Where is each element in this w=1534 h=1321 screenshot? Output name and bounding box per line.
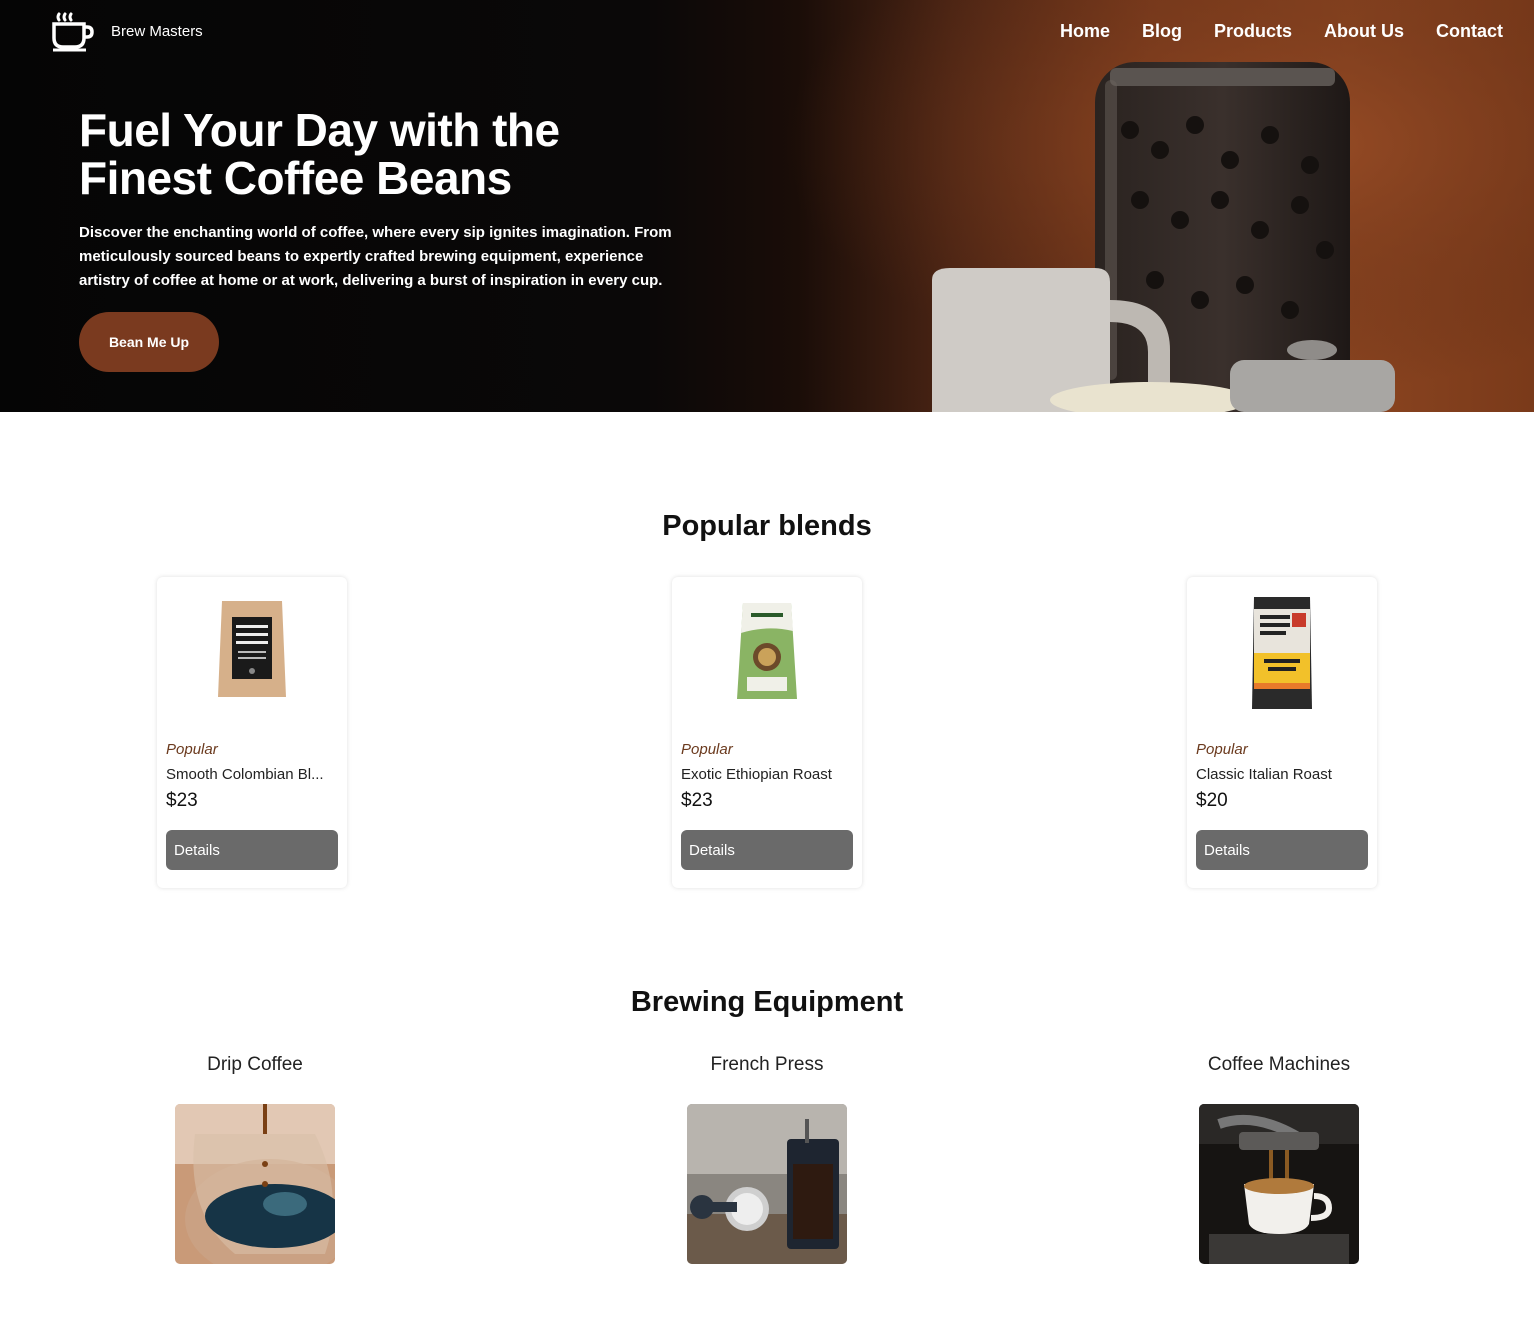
- product-price: $23: [681, 790, 713, 811]
- nav-blog-link[interactable]: Blog: [1142, 21, 1182, 42]
- brand-name[interactable]: Brew Masters: [111, 23, 203, 40]
- product-price: $20: [1196, 790, 1228, 811]
- popular-tag: Popular: [166, 741, 218, 758]
- details-button[interactable]: Details: [681, 830, 853, 870]
- product-name: Exotic Ethiopian Roast: [681, 766, 832, 783]
- product-card: Popular Classic Italian Roast $20 Detail…: [1187, 577, 1377, 888]
- equipment-label: French Press: [710, 1054, 824, 1075]
- product-name: Classic Italian Roast: [1196, 766, 1332, 783]
- coffee-cup-logo-icon[interactable]: [50, 10, 96, 52]
- nav-products-link[interactable]: Products: [1214, 21, 1292, 42]
- french-press-image[interactable]: [687, 1104, 847, 1264]
- top-navbar: Brew Masters Home Blog Products About Us…: [0, 0, 1534, 64]
- equipment-label: Drip Coffee: [207, 1054, 303, 1075]
- product-card: Popular Exotic Ethiopian Roast $23 Detai…: [672, 577, 862, 888]
- equipment-item[interactable]: Coffee Machines: [1159, 1054, 1399, 1264]
- details-button[interactable]: Details: [1196, 830, 1368, 870]
- nav-contact-link[interactable]: Contact: [1436, 21, 1503, 42]
- product-price: $23: [166, 790, 198, 811]
- bean-me-up-button[interactable]: Bean Me Up: [79, 312, 219, 372]
- hero-title-line-2: Finest Coffee Beans: [79, 152, 512, 204]
- lavazza-organic-bag-image: [737, 603, 797, 699]
- san-francisco-bay-bag-image: [1252, 597, 1312, 709]
- nav-home-link[interactable]: Home: [1060, 21, 1110, 42]
- main-nav: Home Blog Products About Us Contact: [1060, 21, 1503, 42]
- hero-description: Discover the enchanting world of coffee,…: [79, 224, 672, 289]
- hero-section: Brew Masters Home Blog Products About Us…: [0, 0, 1534, 412]
- popular-blends-heading: Popular blends: [662, 510, 872, 542]
- drip-coffee-image[interactable]: [175, 1104, 335, 1264]
- details-button[interactable]: Details: [166, 830, 338, 870]
- product-name: Smooth Colombian Bl...: [166, 766, 324, 783]
- brewing-equipment-heading: Brewing Equipment: [630, 986, 904, 1018]
- nav-about-link[interactable]: About Us: [1324, 21, 1404, 42]
- product-card: Popular Smooth Colombian Bl... $23 Detai…: [157, 577, 347, 888]
- brooklyn-coffee-bag-image: [218, 601, 286, 697]
- equipment-label: Coffee Machines: [1207, 1054, 1351, 1075]
- hero-title: Fuel Your Day with the Finest Coffee Bea…: [79, 106, 719, 202]
- popular-tag: Popular: [681, 741, 733, 758]
- equipment-item[interactable]: Drip Coffee: [135, 1054, 375, 1264]
- popular-tag: Popular: [1196, 741, 1248, 758]
- hero-title-line-1: Fuel Your Day with the: [79, 104, 560, 156]
- equipment-item[interactable]: French Press: [647, 1054, 887, 1264]
- coffee-machine-image[interactable]: [1199, 1104, 1359, 1264]
